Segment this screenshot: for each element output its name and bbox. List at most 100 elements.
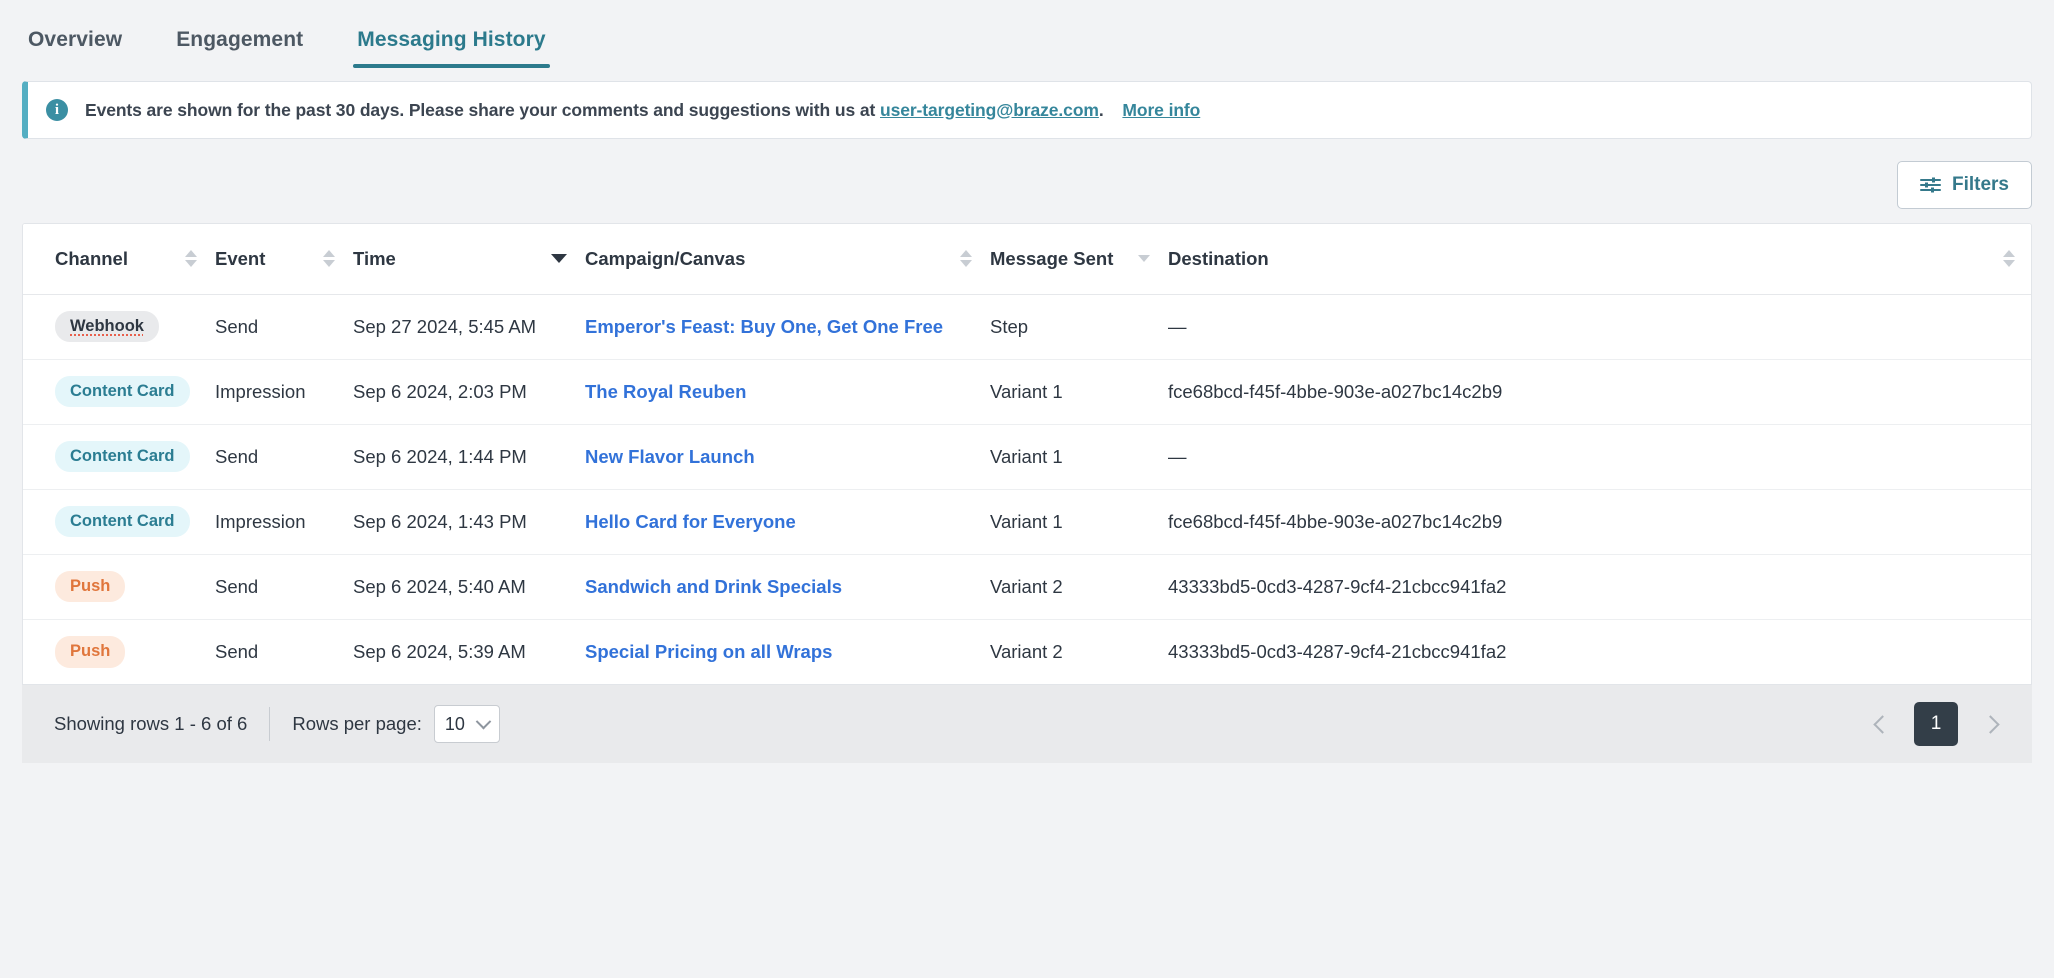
cell-event: Impression [215,489,353,555]
filters-button-label: Filters [1951,174,2009,195]
info-banner-message: Events are shown for the past 30 days. P… [85,99,876,120]
table-footer: Showing rows 1 - 6 of 6 Rows per page: 1… [22,685,2032,763]
sort-icon-message-sent[interactable] [1138,255,1150,263]
tab-overview-label: Overview [28,28,123,51]
campaign-link[interactable]: Special Pricing on all Wraps [585,641,832,662]
column-header-destination-label: Destination [1168,247,1269,269]
cell-destination: fce68bcd-f45f-4bbe-903e-a027bc14c2b9 [1168,489,2031,555]
info-banner-container: i Events are shown for the past 30 days.… [0,68,2054,139]
info-banner-period: . [1098,99,1104,120]
rows-per-page-label: Rows per page: [292,713,422,734]
table-row: Content Card Send Sep 6 2024, 1:44 PM Ne… [23,424,2031,490]
column-header-channel[interactable]: Channel [23,224,215,295]
sort-icon-time-descending[interactable] [551,254,567,264]
cell-event: Send [215,640,259,662]
cell-message-sent: Variant 1 [990,359,1168,425]
cell-campaign: Emperor's Feast: Buy One, Get One Free [585,294,990,360]
cell-message-sent: Variant 2 [990,554,1168,620]
table-row: Push Send Sep 6 2024, 5:39 AM Special Pr… [23,619,2031,684]
cell-event: Send [215,554,353,620]
more-info-link[interactable]: More info [1122,100,1200,120]
cell-destination: 43333bd5-0cd3-4287-9cf4-21cbcc941fa2 [1168,640,1507,662]
cell-campaign: Hello Card for Everyone [585,489,990,555]
toolbar: Filters [0,139,2054,223]
info-icon: i [46,99,68,121]
sort-icon-destination[interactable] [2003,250,2015,268]
tab-messaging-history-label: Messaging History [357,28,546,51]
footer-left-group: Showing rows 1 - 6 of 6 Rows per page: 1… [54,705,500,743]
cell-message-sent: Variant 1 [990,489,1168,555]
cell-time: Sep 6 2024, 1:43 PM [353,489,585,555]
cell-channel: Content Card [23,489,215,555]
cell-channel: Content Card [23,424,215,490]
campaign-link[interactable]: Hello Card for Everyone [585,511,796,532]
table-header-row: Channel Event Time Campaign/Canvas Messa… [23,224,2031,295]
table-header: Channel Event Time Campaign/Canvas Messa… [23,224,2031,295]
sort-icon-event[interactable] [323,250,335,268]
column-header-destination[interactable]: Destination [1168,224,2031,295]
channel-badge: Push [55,570,126,603]
campaign-link[interactable]: Sandwich and Drink Specials [585,576,842,597]
messaging-history-table: Channel Event Time Campaign/Canvas Messa… [23,224,2031,684]
pagination-prev-button[interactable] [1864,706,1900,742]
cell-campaign: Sandwich and Drink Specials [585,554,990,620]
column-header-channel-label: Channel [55,247,128,269]
cell-message-sent: Variant 2 [990,640,1063,662]
sort-icon-campaign-canvas[interactable] [960,250,972,268]
pagination-page-1[interactable]: 1 [1914,702,1958,746]
cell-campaign: Special Pricing on all Wraps [585,619,990,684]
channel-badge: Content Card [55,505,190,538]
cell-campaign: The Royal Reuben [585,359,990,425]
tab-engagement[interactable]: Engagement [172,28,307,68]
column-header-event[interactable]: Event [215,224,353,295]
filters-button[interactable]: Filters [1896,161,2032,209]
cell-event: Send [215,294,353,360]
cell-destination: — [1168,294,2031,360]
cell-channel: Content Card [23,359,215,425]
campaign-link[interactable]: Emperor's Feast: Buy One, Get One Free [585,316,943,337]
table-row: Push Send Sep 6 2024, 5:40 AM Sandwich a… [23,554,2031,620]
cell-message-sent: Step [990,294,1168,360]
column-header-campaign-canvas-label: Campaign/Canvas [585,247,746,269]
cell-message-sent: Variant 1 [990,424,1168,490]
tab-engagement-label: Engagement [176,28,304,51]
channel-badge: Push [55,636,126,668]
column-header-campaign-canvas[interactable]: Campaign/Canvas [585,224,990,295]
channel-badge: Webhook [55,310,159,343]
table-row: Content Card Impression Sep 6 2024, 1:43… [23,489,2031,555]
column-header-event-label: Event [215,247,266,269]
tab-messaging-history[interactable]: Messaging History [353,28,551,68]
column-header-time[interactable]: Time [353,224,585,295]
cell-destination: 43333bd5-0cd3-4287-9cf4-21cbcc941fa2 [1168,554,2031,620]
campaign-link[interactable]: The Royal Reuben [585,381,746,402]
column-header-time-label: Time [353,247,396,269]
cell-campaign: New Flavor Launch [585,424,990,490]
chevron-left-icon [1872,714,1892,734]
campaign-link[interactable]: New Flavor Launch [585,446,755,467]
pagination: 1 [1864,702,2008,746]
cell-channel: Push [23,554,215,620]
table-body: Webhook Send Sep 27 2024, 5:45 AM Empero… [23,294,2031,684]
cell-time: Sep 6 2024, 5:40 AM [353,554,585,620]
column-header-message-sent[interactable]: Message Sent [990,224,1168,295]
cell-time: Sep 6 2024, 5:39 AM [353,640,526,662]
rows-per-page-value: 10 [444,713,465,734]
pagination-next-button[interactable] [1972,706,2008,742]
table-row: Webhook Send Sep 27 2024, 5:45 AM Empero… [23,294,2031,360]
tab-bar: Overview Engagement Messaging History [0,0,2054,68]
table-row: Content Card Impression Sep 6 2024, 2:03… [23,359,2031,425]
info-banner: i Events are shown for the past 30 days.… [22,81,2032,139]
footer-divider [269,707,271,741]
cell-time: Sep 6 2024, 2:03 PM [353,359,585,425]
rows-per-page-select[interactable]: 10 [433,705,500,743]
info-banner-text: Events are shown for the past 30 days. P… [85,100,1200,121]
cell-destination: — [1168,424,2031,490]
channel-badge: Content Card [55,440,190,473]
sort-icon-channel[interactable] [185,250,197,268]
cell-channel: Webhook [23,294,215,360]
chevron-right-icon [1980,714,2000,734]
column-header-message-sent-label: Message Sent [990,247,1114,269]
email-link[interactable]: user-targeting@braze.com [880,100,1099,120]
cell-time: Sep 6 2024, 1:44 PM [353,424,585,490]
tab-overview[interactable]: Overview [24,28,126,68]
